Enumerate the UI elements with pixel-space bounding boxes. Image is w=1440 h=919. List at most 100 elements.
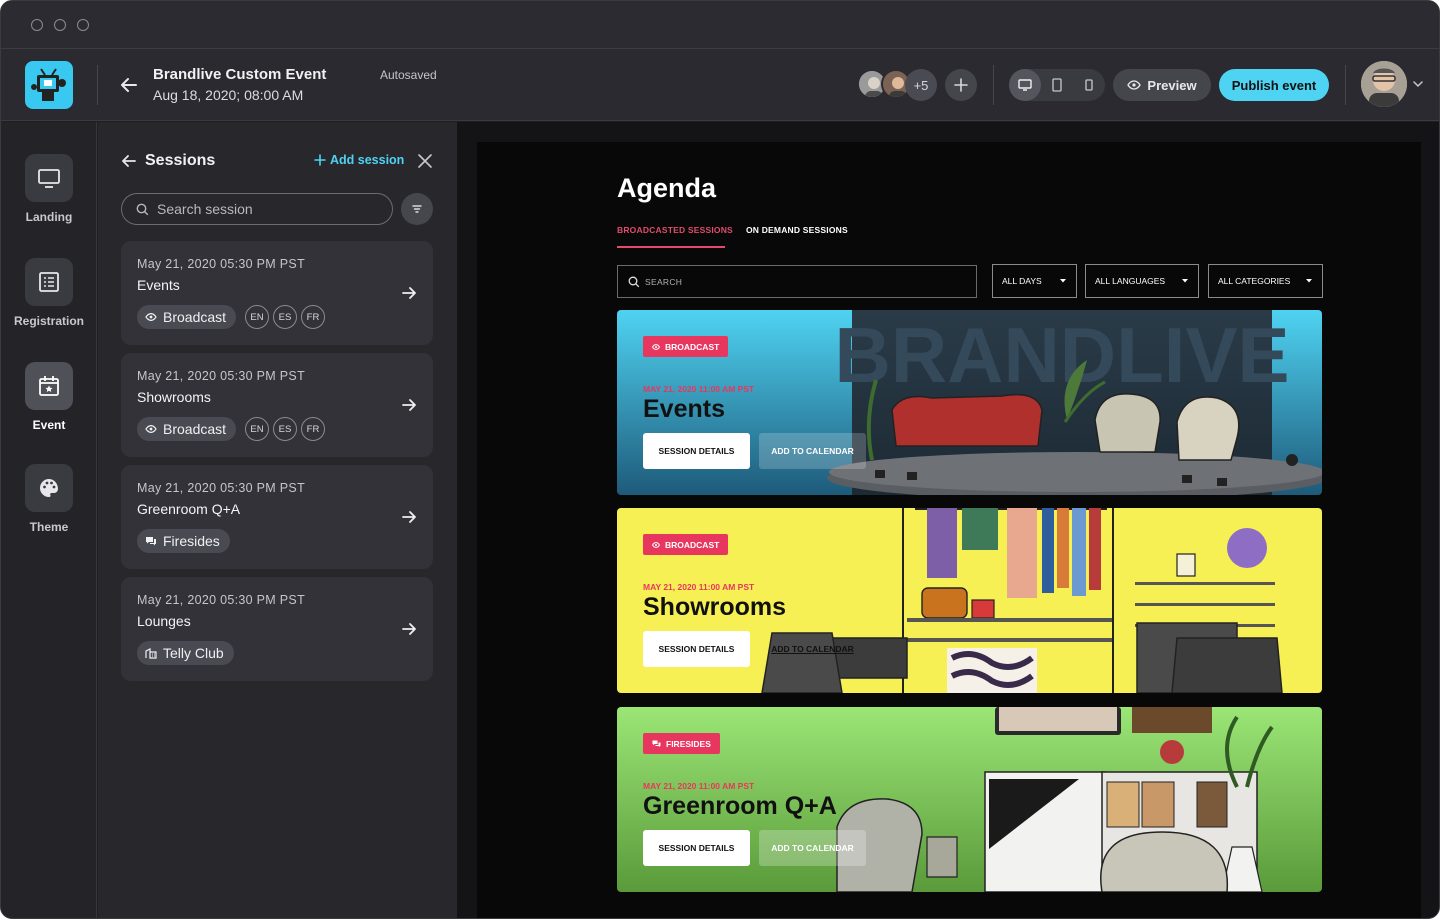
language-badge: ES	[273, 417, 297, 441]
session-name: Greenroom Q+A	[137, 501, 241, 517]
arrow-right-icon[interactable]	[400, 508, 418, 526]
session-details-button[interactable]: SESSION DETAILS	[643, 433, 750, 469]
session-tag: Broadcast	[137, 417, 237, 441]
device-preview-toggle	[1009, 69, 1105, 101]
session-date: MAY 21, 2020 11:00 AM PST	[643, 582, 755, 592]
chevron-down-icon[interactable]	[1411, 77, 1425, 91]
nav-item-registration[interactable]: Registration	[1, 258, 97, 328]
active-tab-indicator	[617, 246, 725, 248]
dropdown-label: ALL DAYS	[1002, 276, 1042, 286]
more-collaborators-badge[interactable]: +5	[905, 69, 937, 101]
session-date: MAY 21, 2020 11:00 AM PST	[643, 781, 755, 791]
mobile-view-button[interactable]	[1073, 69, 1105, 101]
tab-broadcasted-sessions[interactable]: BROADCASTED SESSIONS	[617, 225, 733, 235]
add-session-button[interactable]: Add session	[314, 153, 404, 167]
arrow-right-icon[interactable]	[400, 284, 418, 302]
user-avatar[interactable]	[1361, 61, 1407, 107]
search-input[interactable]	[157, 201, 377, 217]
nav-label: Event	[32, 418, 66, 432]
desktop-icon	[1018, 79, 1032, 91]
agenda-title: Agenda	[617, 173, 717, 203]
tablet-view-button[interactable]	[1041, 69, 1073, 101]
session-card[interactable]: May 21, 2020 05:30 PM PST Showrooms Broa…	[121, 353, 433, 457]
arrow-right-icon[interactable]	[400, 396, 418, 414]
plus-icon	[314, 154, 326, 166]
tab-on-demand-sessions[interactable]: ON DEMAND SESSIONS	[746, 225, 848, 235]
window-close-dot[interactable]	[31, 19, 43, 31]
palette-icon	[25, 464, 73, 512]
session-tag: Broadcast	[137, 305, 237, 329]
session-banner-greenroom[interactable]: FIRESIDES MAY 21, 2020 11:00 AM PST Gree…	[617, 707, 1322, 892]
session-banner-showrooms[interactable]: BROADCAST MAY 21, 2020 11:00 AM PST Show…	[617, 508, 1322, 693]
agenda-search[interactable]: SEARCH	[617, 265, 977, 298]
category-tag: FIRESIDES	[643, 733, 720, 754]
title-bar	[1, 1, 1439, 49]
session-card[interactable]: May 21, 2020 05:30 PM PST Greenroom Q+A …	[121, 465, 433, 569]
session-tag: Firesides	[137, 529, 230, 553]
language-badge: EN	[245, 417, 269, 441]
search-icon	[628, 276, 640, 287]
language-badge: FR	[301, 417, 325, 441]
eye-icon	[145, 424, 157, 434]
arrow-right-icon[interactable]	[400, 620, 418, 638]
session-card[interactable]: May 21, 2020 05:30 PM PST Events Broadca…	[121, 241, 433, 345]
chat-icon	[652, 740, 661, 747]
back-arrow-icon[interactable]	[120, 152, 138, 170]
session-details-button[interactable]: SESSION DETAILS	[643, 631, 750, 667]
nav-item-theme[interactable]: Theme	[1, 464, 97, 534]
add-to-calendar-button[interactable]: ADD TO CALENDAR	[759, 631, 866, 667]
session-tag-label: Firesides	[163, 533, 220, 549]
caret-down-icon	[1306, 279, 1312, 283]
languages-filter-dropdown[interactable]: ALL LANGUAGES	[1085, 264, 1199, 298]
app-window: Brandlive Custom Event Aug 18, 2020; 08:…	[0, 0, 1440, 919]
back-arrow-icon[interactable]	[117, 73, 141, 97]
monitor-icon	[25, 154, 73, 202]
nav-item-landing[interactable]: Landing	[1, 154, 97, 224]
panel-title: Sessions	[145, 152, 216, 169]
days-filter-dropdown[interactable]: ALL DAYS	[992, 264, 1077, 298]
header-divider	[1345, 65, 1346, 105]
session-card[interactable]: May 21, 2020 05:30 PM PST Lounges Telly …	[121, 577, 433, 681]
add-collaborator-button[interactable]	[945, 69, 977, 101]
session-date: May 21, 2020 05:30 PM PST	[137, 369, 306, 383]
autosave-status: Autosaved	[380, 68, 437, 82]
session-title: Events	[643, 395, 725, 423]
window-zoom-dot[interactable]	[77, 19, 89, 31]
editor-header: Brandlive Custom Event Aug 18, 2020; 08:…	[1, 49, 1439, 121]
agenda-search-placeholder: SEARCH	[645, 276, 683, 287]
desktop-view-button[interactable]	[1009, 69, 1041, 101]
session-tag-label: Telly Club	[163, 645, 224, 661]
filter-button[interactable]	[401, 193, 433, 225]
publish-event-button[interactable]: Publish event	[1219, 69, 1329, 101]
session-date: May 21, 2020 05:30 PM PST	[137, 257, 306, 271]
session-details-button[interactable]: SESSION DETAILS	[643, 830, 750, 866]
eye-icon	[145, 312, 157, 322]
categories-filter-dropdown[interactable]: ALL CATEGORIES	[1208, 264, 1323, 298]
add-to-calendar-button[interactable]: ADD TO CALENDAR	[759, 830, 866, 866]
session-date: May 21, 2020 05:30 PM PST	[137, 593, 306, 607]
window-minimize-dot[interactable]	[54, 19, 66, 31]
session-banner-events[interactable]: BRANDLIVE BROADCAST MAY 21, 2020 11:00 A…	[617, 310, 1322, 495]
session-name: Events	[137, 277, 180, 293]
session-date: MAY 21, 2020 11:00 AM PST	[643, 384, 755, 394]
left-navigation: Landing Registration Event Theme	[1, 122, 97, 918]
session-date: May 21, 2020 05:30 PM PST	[137, 481, 306, 495]
event-title[interactable]: Brandlive Custom Event	[153, 66, 326, 83]
preview-button[interactable]: Preview	[1113, 69, 1211, 101]
language-badge: FR	[301, 305, 325, 329]
close-icon[interactable]	[417, 153, 433, 169]
dropdown-label: ALL CATEGORIES	[1218, 276, 1291, 286]
building-icon	[145, 648, 157, 659]
nav-item-event[interactable]: Event	[1, 362, 97, 432]
event-preview-area: Agenda BROADCASTED SESSIONS ON DEMAND SE…	[457, 122, 1439, 918]
session-title: Showrooms	[643, 593, 787, 621]
nav-label: Landing	[25, 210, 73, 224]
category-tag: BROADCAST	[643, 336, 729, 357]
agenda-page-preview: Agenda BROADCASTED SESSIONS ON DEMAND SE…	[477, 142, 1421, 918]
backdrop-text: BRANDLIVE	[834, 311, 1289, 399]
mobile-icon	[1085, 79, 1093, 91]
preview-label: Preview	[1147, 77, 1197, 93]
brand-logo[interactable]	[25, 61, 73, 109]
add-to-calendar-button[interactable]: ADD TO CALENDAR	[759, 433, 866, 469]
session-tag: Telly Club	[137, 641, 234, 665]
